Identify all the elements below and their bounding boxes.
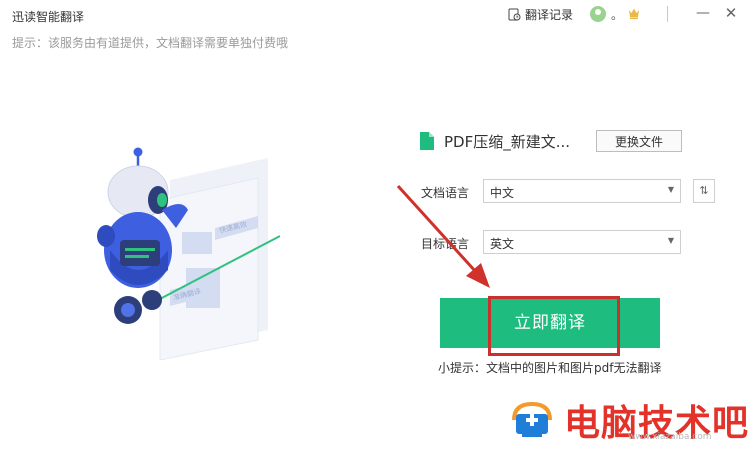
history-label: 翻译记录 <box>525 8 574 22</box>
change-file-button[interactable]: 更换文件 <box>596 130 682 152</box>
vip-crown-icon[interactable] <box>626 5 642 21</box>
close-button[interactable]: ✕ <box>722 4 740 22</box>
watermark-logo-icon <box>512 401 552 437</box>
target-language-select[interactable]: 英文 ▼ <box>483 230 681 254</box>
target-language-value: 英文 <box>490 237 515 251</box>
service-hint: 提示：该服务由有道提供，文档翻译需要单独付费哦 <box>12 36 289 50</box>
source-language-label: 文档语言 <box>421 186 470 200</box>
chevron-down-icon: ▼ <box>667 236 674 245</box>
source-language-value: 中文 <box>490 186 515 200</box>
chevron-down-icon: ▼ <box>667 185 674 194</box>
swap-languages-button[interactable]: ⇅ <box>693 179 715 203</box>
user-name[interactable]: 。 <box>611 6 623 23</box>
minimize-button[interactable]: — <box>694 4 712 22</box>
robot-illustration: 快速高效 准确翻译 <box>97 147 280 360</box>
target-language-label: 目标语言 <box>421 237 470 251</box>
source-language-select[interactable]: 中文 ▼ <box>483 179 681 203</box>
title-bar: 迅读智能翻译 翻译记录 。 — ✕ <box>0 0 750 30</box>
watermark-url: www.xiazaiba.com <box>628 432 712 442</box>
translation-tip: 小提示：文档中的图片和图片pdf无法翻译 <box>438 361 662 375</box>
history-icon <box>508 8 521 21</box>
highlight-annotation-box <box>488 296 620 356</box>
file-name: PDF压缩_新建文... <box>444 132 571 151</box>
selected-file: PDF压缩_新建文... <box>420 130 570 152</box>
user-avatar-icon[interactable] <box>590 6 606 22</box>
translation-history-button[interactable]: 翻译记录 <box>508 6 573 23</box>
file-icon <box>420 132 434 150</box>
watermark: 电脑技术吧 www.xiazaiba.com <box>508 392 748 444</box>
app-title: 迅读智能翻译 <box>12 10 85 24</box>
title-divider <box>667 6 668 22</box>
